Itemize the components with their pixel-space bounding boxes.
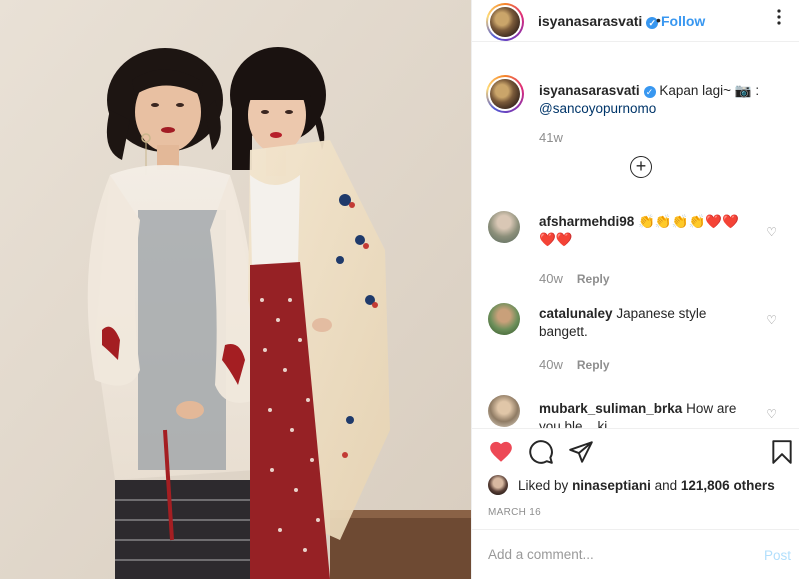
likes-prefix: Liked by	[518, 478, 569, 493]
post-image	[0, 0, 471, 579]
avatar[interactable]	[488, 475, 508, 495]
caption-body: Kapan lagi~ 📷 :	[659, 83, 760, 98]
comment-username[interactable]: mubark_suliman_brka	[539, 401, 682, 416]
author-username[interactable]: isyanasarasvati ✓	[538, 13, 659, 29]
caption-time[interactable]: 41w	[539, 130, 563, 145]
avatar[interactable]	[488, 211, 520, 243]
follow-button[interactable]: Follow	[661, 13, 705, 29]
post-date[interactable]: MARCH 16	[488, 507, 541, 518]
comment-time[interactable]: 40w	[539, 271, 563, 286]
comment-form: Post	[472, 529, 799, 579]
like-comment-icon[interactable]: ♡	[766, 407, 777, 421]
like-comment-icon[interactable]: ♡	[766, 313, 777, 327]
comment-input[interactable]	[488, 547, 728, 562]
comment-meta: 40w Reply	[539, 271, 610, 286]
comment-username[interactable]: catalunaley	[539, 306, 613, 321]
post-photo[interactable]	[0, 0, 471, 579]
more-icon[interactable]	[771, 9, 787, 25]
like-comment-icon[interactable]: ♡	[766, 225, 777, 239]
post-actions: Liked by ninaseptiani and 121,806 others…	[472, 428, 799, 579]
caption-username[interactable]: isyanasarasvati	[539, 83, 640, 98]
likes-and: and	[654, 478, 678, 493]
avatar[interactable]	[488, 395, 520, 427]
liked-by-user[interactable]: ninaseptiani	[572, 478, 651, 493]
likes-count[interactable]: 121,806 others	[681, 478, 775, 493]
heart-icon[interactable]	[488, 439, 514, 465]
caption-text: isyanasarasvati ✓ Kapan lagi~ 📷 : @sancoy…	[539, 82, 779, 118]
add-circle-icon[interactable]: +	[630, 156, 652, 178]
reply-button[interactable]: Reply	[577, 358, 610, 372]
caption-mention[interactable]: @sancoyopurnomo	[539, 101, 656, 116]
post-header: isyanasarasvati ✓ • Follow	[472, 0, 799, 42]
comment-icon[interactable]	[528, 439, 554, 465]
caption-avatar[interactable]	[486, 75, 524, 113]
comment-meta: 40w Reply	[539, 357, 610, 372]
reply-button[interactable]: Reply	[577, 272, 610, 286]
comment-username[interactable]: afsharmehdi98	[539, 214, 634, 229]
post-details-panel: isyanasarasvati ✓ • Follow isyanasarasvat…	[471, 0, 799, 579]
author-avatar[interactable]	[486, 3, 524, 41]
bookmark-icon[interactable]	[769, 439, 795, 465]
post-comment-button[interactable]: Post	[764, 548, 791, 563]
verified-icon: ✓	[643, 86, 656, 98]
comment-time[interactable]: 40w	[539, 357, 563, 372]
avatar[interactable]	[488, 303, 520, 335]
comments-list[interactable]: afsharmehdi98 👏👏👏👏❤️❤️ ❤️❤️ 40w Reply ♡ c…	[472, 205, 799, 428]
share-icon[interactable]	[568, 439, 594, 465]
